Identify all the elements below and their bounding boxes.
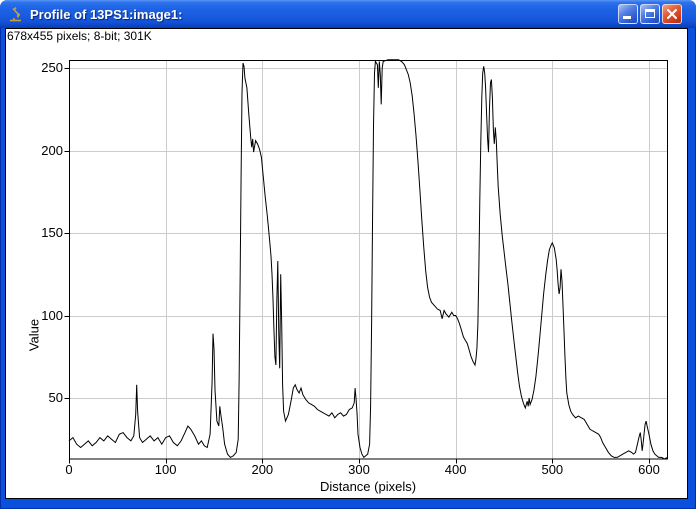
- x-tick-label: 300: [337, 462, 381, 477]
- x-tick-label: 100: [144, 462, 188, 477]
- y-tick-label: 150: [21, 225, 63, 240]
- y-axis-label: Value: [27, 319, 42, 351]
- x-axis-label: Distance (pixels): [320, 479, 416, 494]
- axis-tick-marks: [65, 69, 650, 464]
- imagej-plot-window: Profile of 13PS1:image1: 678x455 pixels;…: [0, 0, 696, 509]
- y-tick-label: 250: [21, 60, 63, 75]
- y-tick-label: 100: [21, 308, 63, 323]
- x-tick-label: 500: [530, 462, 574, 477]
- x-tick-label: 0: [47, 462, 91, 477]
- y-tick-label: 200: [21, 143, 63, 158]
- profile-plot-canvas: [0, 0, 696, 509]
- x-tick-label: 400: [434, 462, 478, 477]
- x-tick-label: 200: [240, 462, 284, 477]
- x-tick-label: 600: [627, 462, 671, 477]
- y-tick-label: 50: [21, 390, 63, 405]
- plot-gridlines: [70, 61, 668, 459]
- plot-frame: [70, 61, 668, 460]
- profile-trace-line: [69, 60, 667, 459]
